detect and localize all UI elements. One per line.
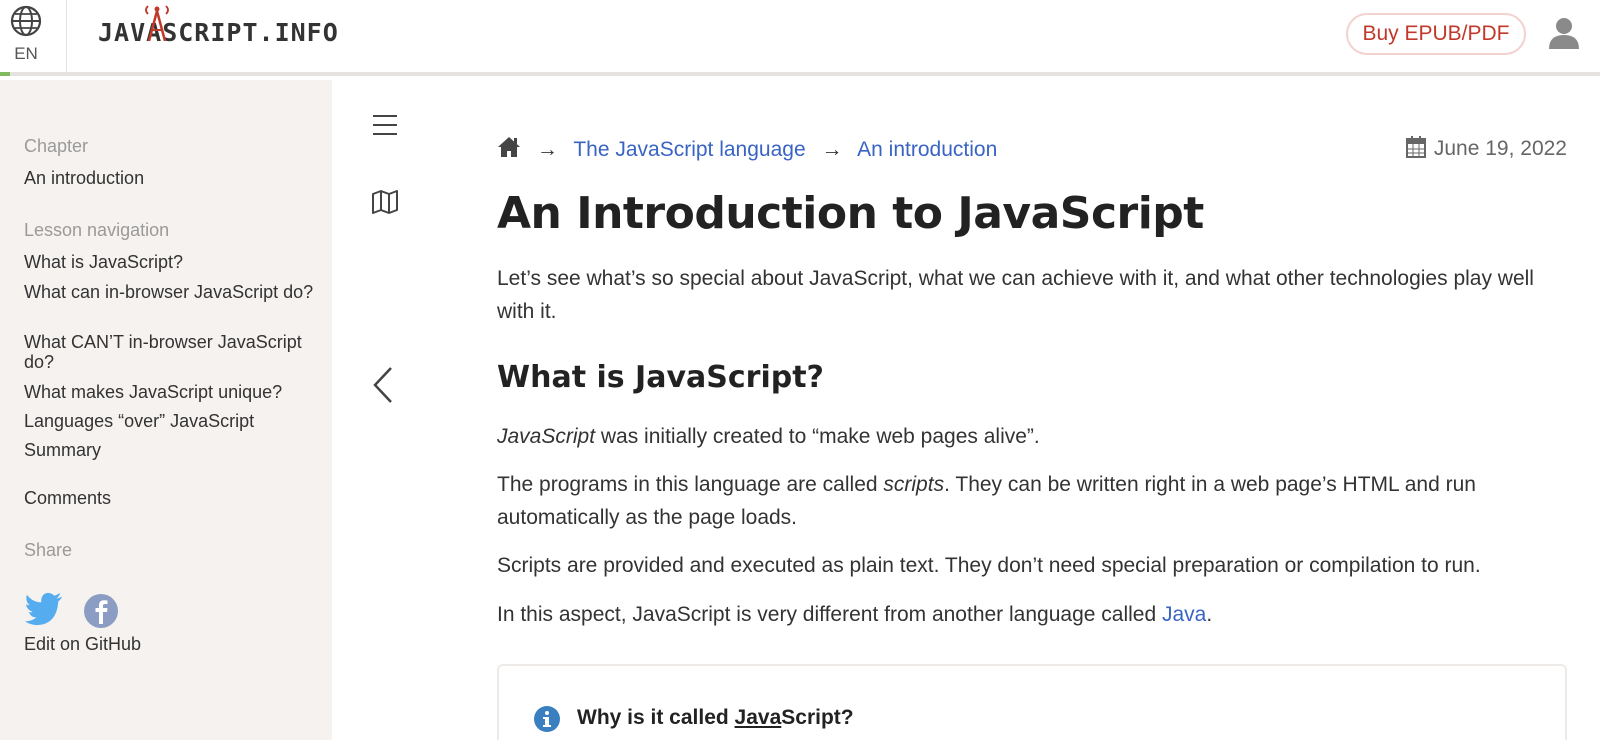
updated-date: June 19, 2022 (1405, 136, 1567, 161)
paragraph-text: . (1206, 603, 1213, 626)
globe-icon (10, 5, 42, 37)
paragraph-text: The programs in this language are called (497, 473, 884, 496)
breadcrumb-separator: → (536, 138, 558, 161)
info-note-box: Why is it called JavaScript? (497, 664, 1567, 740)
emphasis-text: JavaScript (497, 425, 596, 448)
section-heading: What is JavaScript? (497, 360, 824, 395)
intro-paragraph: Let’s see what’s so special about JavaSc… (497, 267, 1534, 323)
top-bar: EN JAVASCRIPT.INFO Buy EPUB/PDF (0, 0, 1600, 76)
hamburger-icon[interactable] (372, 114, 398, 136)
note-title: Why is it called JavaScript? (577, 706, 854, 730)
info-icon (534, 706, 560, 732)
edit-on-github-link[interactable]: Edit on GitHub (24, 634, 314, 654)
facebook-icon[interactable] (84, 594, 118, 628)
page-title: An Introduction to JavaScript (497, 188, 1204, 239)
paragraph-text: was initially created to “make web pages… (595, 425, 1040, 448)
java-link[interactable]: Java (1162, 603, 1206, 626)
home-icon[interactable] (497, 136, 521, 158)
lesson-link[interactable]: What can in-browser JavaScript do? (24, 282, 314, 302)
breadcrumb-item[interactable]: An introduction (857, 138, 997, 161)
share-label: Share (24, 540, 73, 560)
site-logo[interactable]: JAVASCRIPT.INFO (98, 5, 339, 47)
user-icon[interactable] (1547, 15, 1581, 49)
buy-epub-pdf-button[interactable]: Buy EPUB/PDF (1346, 13, 1526, 55)
emphasis-text: scripts (883, 473, 945, 496)
chapter-label: Chapter (24, 136, 89, 156)
calendar-icon (1405, 136, 1426, 158)
progress-indicator (0, 72, 10, 76)
note-title-underlined: Java (734, 706, 782, 729)
paragraph: Scripts are provided and executed as pla… (497, 554, 1481, 577)
lesson-link[interactable]: What CAN’T in-browser JavaScript do? (24, 332, 314, 372)
breadcrumb-separator: → (821, 138, 843, 161)
chevron-left-icon[interactable] (372, 366, 394, 404)
logo-text: JAVASCRIPT.INFO (98, 18, 339, 47)
lesson-navigation-label: Lesson navigation (24, 220, 170, 240)
lesson-link[interactable]: Languages “over” JavaScript (24, 411, 314, 431)
logo-tower-icon (145, 5, 169, 41)
language-code: EN (14, 44, 38, 63)
map-icon[interactable] (372, 190, 398, 214)
lesson-link[interactable]: Summary (24, 440, 314, 460)
date-text: June 19, 2022 (1433, 137, 1567, 160)
paragraph: The programs in this language are called… (497, 468, 1567, 534)
paragraph-text: In this aspect, JavaScript is very diffe… (497, 603, 1162, 626)
breadcrumb-item[interactable]: The JavaScript language (573, 138, 805, 161)
language-switcher[interactable]: EN (0, 0, 67, 76)
lesson-link[interactable]: What makes JavaScript unique? (24, 382, 314, 402)
paragraph: JavaScript was initially created to “mak… (497, 420, 1567, 453)
chapter-link[interactable]: An introduction (24, 168, 314, 188)
note-title-text: Why is it called (577, 706, 735, 729)
comments-link[interactable]: Comments (24, 488, 314, 508)
lesson-link[interactable]: What is JavaScript? (24, 252, 314, 272)
breadcrumb: → The JavaScript language → An introduct… (497, 136, 997, 162)
twitter-icon[interactable] (25, 592, 63, 626)
paragraph: In this aspect, JavaScript is very diffe… (497, 598, 1567, 631)
sidebar: Chapter An introduction Lesson navigatio… (0, 80, 332, 740)
note-title-text: Script? (781, 706, 854, 729)
